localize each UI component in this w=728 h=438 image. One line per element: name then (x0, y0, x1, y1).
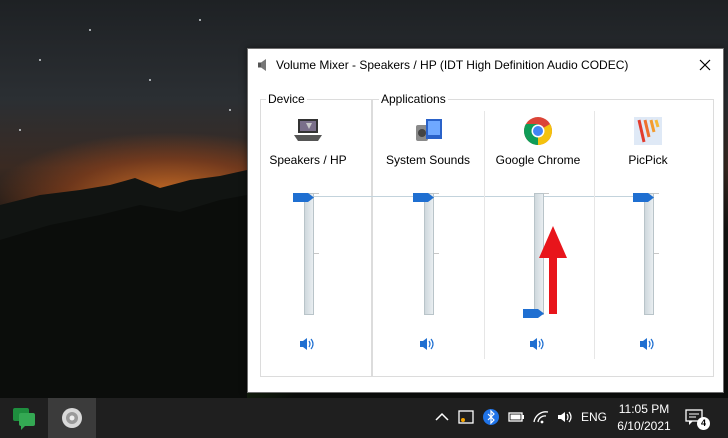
slider-tick (654, 253, 659, 254)
language-indicator[interactable]: ENG (581, 410, 607, 424)
channel-label: PicPick (628, 153, 668, 167)
mute-button[interactable] (297, 336, 317, 352)
device-tray-icon[interactable] (457, 408, 475, 426)
mute-button[interactable] (527, 336, 547, 352)
close-button[interactable] (687, 49, 723, 81)
slider-track (304, 193, 314, 315)
slider-thumb[interactable] (413, 193, 435, 202)
volume-slider-picpick[interactable] (632, 193, 659, 315)
channel-label: Google Chrome (495, 153, 581, 167)
channel-label: System Sounds (385, 153, 471, 167)
bluetooth-icon[interactable] (482, 408, 500, 426)
applications-group-label: Applications (379, 92, 448, 106)
chrome-icon (524, 117, 552, 145)
google-chat-icon (13, 408, 35, 430)
system-sounds-icon (416, 119, 442, 141)
mute-button[interactable] (417, 336, 437, 352)
clock-date: 6/10/2021 (617, 419, 671, 433)
slider-tick (544, 193, 549, 194)
slider-track (644, 193, 654, 315)
slider-tick (434, 253, 439, 254)
notification-center-button[interactable]: 4 (684, 406, 710, 430)
clock-time: 11:05 PM (618, 402, 670, 416)
volume-slider-speakers[interactable] (292, 193, 319, 315)
volume-tray-icon[interactable] (556, 408, 574, 426)
device-group-label: Device (266, 92, 307, 106)
chevron-up-icon[interactable] (434, 410, 450, 424)
picpick-icon (634, 117, 662, 145)
battery-icon[interactable] (507, 408, 525, 426)
slider-thumb[interactable] (633, 193, 655, 202)
red-arrow-up-icon (539, 226, 567, 314)
device-label-text: Device (268, 92, 305, 106)
window-title: Volume Mixer - Speakers / HP (IDT High D… (276, 58, 629, 72)
notification-count-badge: 4 (697, 417, 710, 430)
close-icon (699, 59, 711, 71)
slider-track (424, 193, 434, 315)
volume-slider-system-sounds[interactable] (412, 193, 439, 315)
slider-tick (314, 253, 319, 254)
channel-label: Speakers / HP (269, 153, 347, 167)
volume-mixer-taskbar-icon (62, 408, 82, 428)
taskbar-volume-mixer[interactable] (48, 398, 96, 438)
clock[interactable]: 11:05 PM 6/10/2021 (610, 401, 678, 435)
taskbar-google-chat[interactable] (0, 398, 48, 438)
wifi-icon[interactable] (532, 408, 550, 426)
channel-system-sounds: System Sounds (372, 111, 484, 371)
applications-label-text: Applications (381, 92, 446, 106)
volume-mixer-window: Volume Mixer - Speakers / HP (IDT High D… (247, 48, 724, 393)
channel-picpick: PicPick (592, 111, 704, 371)
taskbar: ENG 11:05 PM 6/10/2021 4 (0, 398, 728, 438)
slider-thumb[interactable] (293, 193, 315, 202)
channel-speakers-hp: Speakers / HP (252, 111, 364, 371)
speaker-title-icon (258, 59, 266, 71)
mute-button[interactable] (637, 336, 657, 352)
speaker-device-icon (294, 119, 322, 141)
title-bar[interactable]: Volume Mixer - Speakers / HP (IDT High D… (248, 49, 723, 81)
